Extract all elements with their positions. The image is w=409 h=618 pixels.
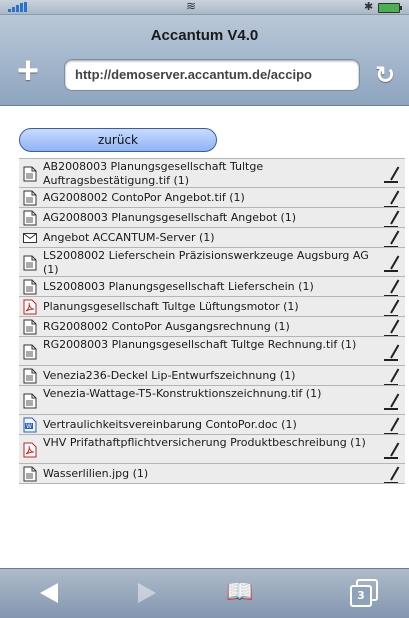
edit-icon[interactable] (384, 278, 400, 296)
document-icon (23, 393, 37, 409)
word-icon: W (23, 417, 37, 433)
document-icon (23, 344, 37, 360)
list-item[interactable]: W Vertraulichkeitsvereinbarung ContoPor.d… (19, 415, 405, 435)
document-icon (23, 466, 37, 482)
edit-icon[interactable] (384, 189, 400, 207)
page-content: zurück AB2008003 Planungsgesellschaft Tu… (0, 106, 409, 568)
document-label: LS2008002 Lieferschein Präzisionswerkzeu… (43, 249, 369, 276)
address-bar[interactable]: http://demoserver.accantum.de/accipo (64, 59, 360, 91)
edit-icon[interactable] (384, 318, 400, 336)
edit-icon[interactable] (384, 298, 400, 316)
url-text: http://demoserver.accantum.de/accipo (75, 67, 312, 82)
document-label: RG2008002 ContoPor Ausgangsrechnung (1) (43, 320, 290, 333)
document-icon (23, 166, 37, 182)
list-item[interactable]: Venezia236-Deckel Lip-Entwurfszeichnung … (19, 366, 405, 386)
document-icon (23, 210, 37, 226)
list-item[interactable]: Angebot ACCANTUM-Server (1) (19, 228, 405, 248)
bookmarks-icon[interactable]: 📖 (225, 579, 255, 607)
edit-icon[interactable] (384, 441, 400, 459)
document-label: AG2008002 ContoPor Angebot.tif (1) (43, 191, 245, 204)
wifi-icon: ≋ (186, 0, 197, 13)
list-item[interactable]: VHV Prifathaftpflichtversicherung Produk… (19, 435, 405, 464)
document-label: Venezia236-Deckel Lip-Entwurfszeichnung … (43, 369, 296, 382)
edit-icon[interactable] (384, 209, 400, 227)
document-label: Planungsgesellschaft Tultge Lüftungsmoto… (43, 300, 299, 313)
list-item[interactable]: AB2008003 Planungsgesellschaft Tultge Au… (19, 159, 405, 188)
document-label: AB2008003 Planungsgesellschaft Tultge Au… (43, 160, 264, 187)
signal-icon (8, 2, 27, 12)
document-icon (23, 255, 37, 271)
list-item[interactable]: AG2008003 Planungsgesellschaft Angebot (… (19, 208, 405, 228)
edit-icon[interactable] (384, 465, 400, 483)
pages-count: 3 (350, 585, 372, 607)
pages-icon[interactable]: 3 (350, 579, 378, 607)
document-list: AB2008003 Planungsgesellschaft Tultge Au… (19, 158, 405, 484)
list-item[interactable]: RG2008003 Planungsgesellschaft Tultge Re… (19, 337, 405, 366)
back-button[interactable]: zurück (19, 128, 217, 152)
pdf-icon (23, 299, 37, 315)
edit-icon[interactable] (384, 165, 400, 183)
document-icon (23, 190, 37, 206)
list-item[interactable]: AG2008002 ContoPor Angebot.tif (1) (19, 188, 405, 208)
document-label: AG2008003 Planungsgesellschaft Angebot (… (43, 211, 297, 224)
back-arrow-icon[interactable] (40, 583, 58, 603)
document-label: Vertraulichkeitsvereinbarung ContoPor.do… (43, 418, 297, 431)
list-item[interactable]: LS2008002 Lieferschein Präzisionswerkzeu… (19, 248, 405, 277)
edit-icon[interactable] (384, 392, 400, 410)
browser-toolbar: 📖 3 (0, 568, 409, 618)
edit-icon[interactable] (384, 254, 400, 272)
document-label: RG2008003 Planungsgesellschaft Tultge Re… (43, 338, 357, 351)
status-bar: ≋ ✱ (0, 0, 409, 15)
document-label: Angebot ACCANTUM-Server (1) (43, 231, 215, 244)
document-label: LS2008003 Planungsgesellschaft Liefersch… (43, 280, 314, 293)
pdf-icon (23, 442, 37, 458)
reload-icon[interactable]: ↻ (370, 60, 400, 90)
list-item[interactable]: Planungsgesellschaft Tultge Lüftungsmoto… (19, 297, 405, 317)
list-item[interactable]: Venezia-Wattage-T5-Konstruktionszeichnun… (19, 386, 405, 415)
mail-icon (23, 230, 37, 246)
plus-icon[interactable]: + (8, 52, 48, 93)
document-icon (23, 319, 37, 335)
document-icon (23, 279, 37, 295)
document-icon (23, 368, 37, 384)
document-label: Wasserlilien.jpg (1) (43, 467, 149, 480)
edit-icon[interactable] (384, 343, 400, 361)
bluetooth-icon: ✱ (364, 0, 374, 13)
battery-icon (378, 3, 402, 13)
list-item[interactable]: LS2008003 Planungsgesellschaft Liefersch… (19, 277, 405, 297)
document-label: VHV Prifathaftpflichtversicherung Produk… (43, 436, 366, 449)
list-item[interactable]: RG2008002 ContoPor Ausgangsrechnung (1) (19, 317, 405, 337)
edit-icon[interactable] (384, 367, 400, 385)
edit-icon[interactable] (384, 229, 400, 247)
list-item[interactable]: Wasserlilien.jpg (1) (19, 464, 405, 484)
document-label: Venezia-Wattage-T5-Konstruktionszeichnun… (43, 387, 322, 400)
svg-text:W: W (26, 423, 32, 430)
edit-icon[interactable] (384, 416, 400, 434)
forward-arrow-icon[interactable] (138, 583, 156, 603)
page-title: Accantum V4.0 (150, 27, 259, 44)
